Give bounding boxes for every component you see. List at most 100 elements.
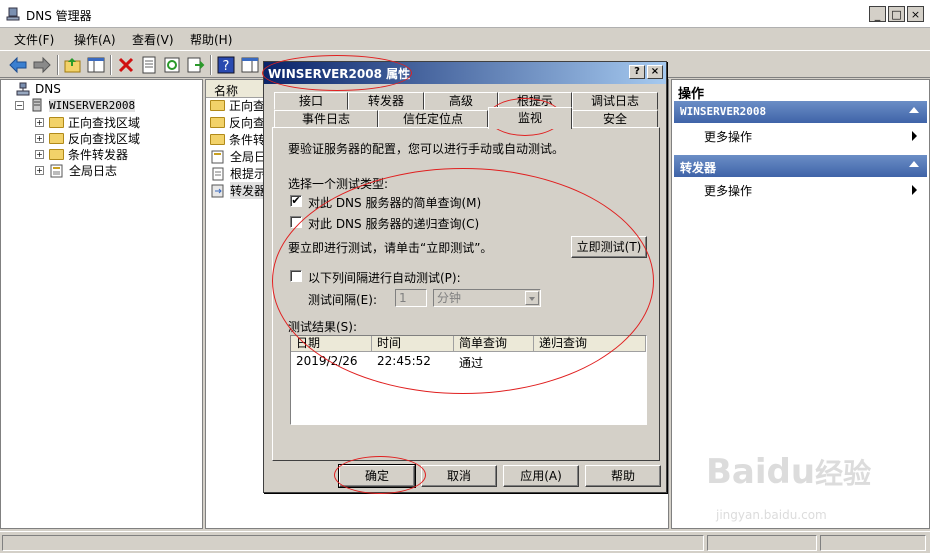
properties-dialog: WINSERVER2008 属性 ? × 接口 转发器 高级 根提示 调试日志 … — [263, 61, 667, 493]
results-column-time[interactable]: 时间 — [372, 336, 454, 352]
forward-arrow-icon[interactable] — [32, 55, 52, 75]
tab-debug-logging[interactable]: 调试日志 — [572, 92, 658, 110]
results-column-date[interactable]: 日期 — [291, 336, 372, 352]
tab-trust-anchors[interactable]: 信任定位点 — [378, 110, 488, 128]
tree-expander[interactable]: + — [35, 118, 44, 127]
status-bar — [0, 531, 930, 553]
interval-label: 测试间隔(E): — [308, 293, 377, 307]
list-item[interactable]: 根提示 — [210, 165, 266, 182]
menu-action[interactable]: 操作(A) — [74, 31, 116, 48]
apply-button[interactable]: 应用(A) — [503, 465, 579, 487]
collapse-caret-icon[interactable] — [909, 161, 919, 167]
show-hide-tree-icon[interactable] — [86, 55, 106, 75]
cancel-button[interactable]: 取消 — [421, 465, 497, 487]
actions-section-server[interactable]: WINSERVER2008 — [674, 101, 927, 123]
recursive-query-checkbox[interactable] — [290, 216, 302, 228]
properties-icon[interactable] — [139, 55, 159, 75]
results-column-simple[interactable]: 简单查询 — [454, 336, 534, 352]
tab-advanced[interactable]: 高级 — [424, 92, 498, 110]
list-item[interactable]: 条件转 — [210, 131, 265, 148]
tree-node-dns[interactable]: DNS — [15, 82, 61, 96]
monitoring-tab-panel: 要验证服务器的配置，您可以进行手动或自动测试。 选择一个测试类型: ✔ 对此 D… — [272, 127, 660, 461]
help-text-button[interactable]: 帮助 — [585, 465, 661, 487]
results-column-recursive[interactable]: 递归查询 — [534, 336, 646, 352]
tree-label-global-logs: 全局日志 — [69, 164, 118, 178]
menu-help[interactable]: 帮助(H) — [190, 31, 232, 48]
tree-node-reverse-zones[interactable]: + 反向查找区域 — [35, 130, 140, 147]
dialog-title: WINSERVER2008 属性 — [268, 67, 411, 81]
log-icon — [50, 164, 63, 177]
recursive-query-label[interactable]: 对此 DNS 服务器的递归查询(C) — [308, 215, 479, 232]
list-item[interactable]: 正向查 — [210, 97, 265, 114]
actions-section-forwarders[interactable]: 转发器 — [674, 155, 927, 177]
list-item[interactable]: 反向查 — [210, 114, 265, 131]
list-item[interactable]: 转发器 — [210, 182, 267, 199]
simple-query-checkbox[interactable]: ✔ — [290, 195, 302, 207]
list-item[interactable]: 全局日 — [210, 148, 266, 165]
tree-expander[interactable]: − — [15, 100, 24, 110]
maximize-button[interactable]: □ — [888, 6, 905, 22]
tab-monitoring[interactable]: 监视 — [488, 107, 572, 129]
up-folder-icon[interactable] — [63, 55, 83, 75]
document-icon — [212, 167, 224, 180]
log-icon — [211, 150, 224, 163]
collapse-caret-icon[interactable] — [909, 107, 919, 113]
menu-view[interactable]: 查看(V) — [132, 31, 174, 48]
interval-unit-select[interactable]: 分钟 — [433, 289, 541, 307]
dropdown-arrow-icon[interactable] — [525, 291, 539, 305]
dialog-close-button[interactable]: × — [647, 65, 663, 79]
minimize-button[interactable]: _ — [869, 6, 886, 22]
refresh-icon[interactable] — [162, 55, 182, 75]
tree-expander[interactable]: + — [35, 134, 44, 143]
tree-node-forward-zones[interactable]: + 正向查找区域 — [35, 114, 140, 131]
tree-node-server[interactable]: − WINSERVER2008 — [15, 98, 136, 112]
tree-label-reverse-zones: 反向查找区域 — [68, 132, 141, 146]
tree-expander[interactable]: + — [35, 166, 44, 175]
back-arrow-icon[interactable] — [8, 55, 28, 75]
tree-label-conditional-forwarders: 条件转发器 — [68, 148, 129, 162]
more-actions-link[interactable]: 更多操作 — [704, 128, 752, 145]
svg-text:?: ? — [223, 59, 230, 74]
intro-text: 要验证服务器的配置，您可以进行手动或自动测试。 — [288, 142, 565, 156]
tree-label-forward-zones: 正向查找区域 — [68, 116, 141, 130]
help-icon[interactable]: ? — [216, 55, 236, 75]
tree-node-conditional-forwarders[interactable]: + 条件转发器 — [35, 146, 128, 163]
help-button[interactable]: ? — [629, 65, 645, 79]
ok-button[interactable]: 确定 — [338, 464, 416, 488]
tab-security[interactable]: 安全 — [572, 110, 658, 128]
toolbar-separator — [57, 55, 59, 75]
close-button[interactable]: × — [907, 6, 924, 22]
action-pane-icon[interactable] — [240, 55, 260, 75]
submenu-arrow-icon — [912, 131, 917, 141]
tree-expander[interactable]: + — [35, 150, 44, 159]
folder-icon — [49, 117, 64, 128]
folder-icon — [49, 149, 64, 160]
delete-icon[interactable] — [116, 55, 136, 75]
dns-manager-icon — [6, 7, 20, 21]
tab-interfaces[interactable]: 接口 — [274, 92, 348, 110]
tab-forwarders[interactable]: 转发器 — [348, 92, 424, 110]
more-actions-link[interactable]: 更多操作 — [704, 182, 752, 199]
interval-input[interactable]: 1 — [395, 289, 427, 307]
console-tree: DNS − WINSERVER2008 + 正向查找区域 + 反向查找区域 + … — [0, 79, 203, 529]
tree-node-global-logs[interactable]: + 全局日志 — [35, 162, 117, 179]
status-cell — [820, 535, 926, 551]
auto-test-checkbox[interactable] — [290, 270, 302, 282]
folder-icon — [210, 117, 225, 128]
submenu-arrow-icon — [912, 185, 917, 195]
simple-query-label[interactable]: 对此 DNS 服务器的简单查询(M) — [308, 194, 481, 211]
tab-event-logging[interactable]: 事件日志 — [274, 110, 378, 128]
result-simple: 通过 — [459, 356, 484, 370]
export-list-icon[interactable] — [185, 55, 205, 75]
server-icon — [32, 98, 42, 112]
dialog-title-buttons: ? × — [629, 65, 663, 79]
window-controls: _ □ × — [869, 6, 924, 22]
result-time: 22:45:52 — [377, 354, 431, 368]
test-now-button[interactable]: 立即测试(T) — [571, 236, 647, 258]
auto-test-label[interactable]: 以下列间隔进行自动测试(P): — [308, 269, 461, 286]
actions-title: 操作 — [678, 87, 705, 102]
results-table: 日期 时间 简单查询 递归查询 2019/2/26 22:45:52 通过 — [290, 335, 647, 425]
folder-icon — [210, 100, 225, 111]
menu-file[interactable]: 文件(F) — [14, 31, 54, 48]
window-title: DNS 管理器 — [26, 9, 92, 23]
